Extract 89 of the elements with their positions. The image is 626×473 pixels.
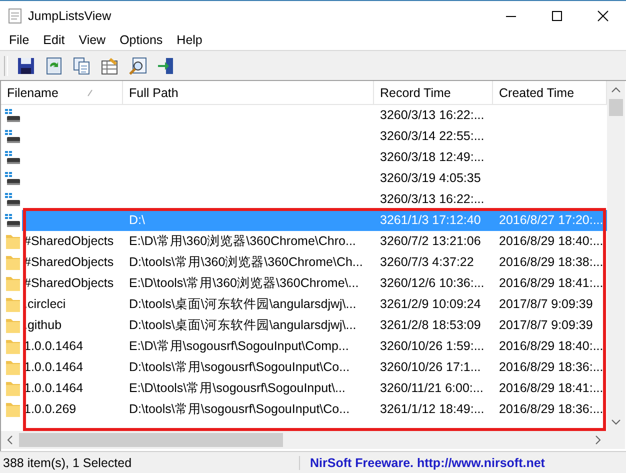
menu-item[interactable]: View	[72, 33, 113, 47]
table-cell-text: 1.0.0.1464	[23, 338, 84, 355]
table-cell-text: 1.0.0.269	[23, 401, 78, 418]
table-cell-text: 3260/3/13 16:22:...	[379, 107, 486, 124]
table-cell-text: 2016/8/29 18:40:...	[498, 233, 604, 250]
column-header[interactable]: Full Path	[123, 81, 374, 104]
list-row[interactable]: 1.0.0.1464 E:\D\tools\常用\sogousrf\SogouInput\... 3260/11/21 6:00:... 2016/8/29 18:41:...	[1, 378, 607, 399]
folder-icon	[5, 254, 21, 271]
table-cell-text: 3260/7/3 4:37:22	[379, 254, 475, 271]
folder-icon	[5, 380, 21, 397]
table-cell: 3261/1/3 17:12:40	[374, 210, 493, 231]
table-cell-text: 3260/10/26 17:1...	[379, 359, 482, 376]
table-cell-text: 3261/2/9 10:09:24	[379, 296, 482, 313]
table-cell-text: 1.0.0.1464	[23, 359, 84, 376]
table-cell-text: 3260/3/18 12:49:...	[379, 149, 486, 166]
table-cell-text: 1.0.0.1464	[23, 380, 84, 397]
list-row[interactable]: 3260/3/13 16:22:...	[1, 189, 607, 210]
table-cell-text: 2017/8/7 9:09:39	[498, 296, 594, 313]
list-row[interactable]: 3260/3/18 12:49:...	[1, 147, 607, 168]
table-cell-text: E:\D\常用\sogousrf\SogouInput\Comp...	[128, 338, 350, 355]
folder-icon	[5, 338, 21, 355]
table-cell-text: 2016/8/29 18:41:...	[498, 380, 604, 397]
drive-icon	[5, 170, 22, 186]
folder-icon	[5, 275, 21, 292]
app-icon	[8, 8, 22, 24]
table-cell-text: D:\tools\常用\360浏览器\360Chrome\Ch...	[128, 254, 364, 271]
drive-icon	[5, 192, 22, 208]
table-cell-text: 3261/2/8 18:53:09	[379, 317, 482, 334]
horizontal-scrollbar[interactable]	[1, 431, 607, 449]
list-row[interactable]: 1.0.0.1464 D:\tools\常用\sogousrf\SogouInput\Co... 3260/10/26 17:1... 2016/8/29 18:36:...	[1, 357, 607, 378]
table-cell-text: #SharedObjects	[23, 233, 115, 250]
table-cell-text: 3260/7/2 13:21:06	[379, 233, 482, 250]
drive-icon	[5, 150, 22, 166]
table-cell-text: 2016/8/29 18:41:...	[498, 275, 604, 292]
table-cell: 2016/8/27 17:20:...	[493, 210, 607, 231]
menu-item[interactable]: File	[2, 33, 36, 47]
table-cell-text: 2016/8/29 18:38:...	[498, 254, 604, 271]
table-cell-text: 3260/10/26 1:59:...	[379, 338, 486, 355]
list-row[interactable]: .github D:\tools\桌面\河东软件园\angularsdjwj\... 3261/2/8 18:53:09 2017/8/7 9:09:39	[1, 315, 607, 336]
table-cell-text: 3260/3/19 4:05:35	[379, 170, 482, 187]
table-cell-text: .circleci	[23, 296, 67, 313]
item-count: 388 item(s), 1 Selected	[0, 456, 300, 470]
folder-icon	[5, 401, 21, 418]
table-cell-text: 3260/3/13 16:22:...	[379, 191, 486, 208]
drive-icon	[5, 108, 22, 124]
table-cell-text: 3260/11/21 6:00:...	[379, 380, 484, 397]
table-cell-text: 3260/12/6 10:36:...	[379, 275, 486, 292]
credit-link[interactable]: NirSoft Freeware. http://www.nirsoft.net	[300, 456, 545, 470]
drive-icon	[5, 212, 22, 228]
menu-item[interactable]: Options	[112, 33, 170, 47]
list-row[interactable]: #SharedObjects E:\D\tools\常用\360浏览器\360Chrome\... 3260/12/6 10:36:... 2016/8/29 18:41:...	[1, 273, 607, 294]
table-cell-text: D:\tools\常用\sogousrf\SogouInput\Co...	[128, 359, 351, 376]
table-cell-text: E:\D\常用\360浏览器\360Chrome\Chro...	[128, 233, 357, 250]
list-row[interactable]: 1.0.0.269 D:\tools\常用\sogousrf\SogouInput\Co... 3261/1/12 18:49:... 2016/8/29 18:36:...	[1, 399, 607, 420]
list-row[interactable]: 1.0.0.1464 E:\D\常用\sogousrf\SogouInput\Comp... 3260/10/26 1:59:... 2016/8/29 18:40:...	[1, 336, 607, 357]
menu-item[interactable]: Help	[170, 33, 210, 47]
table-cell-text: .github	[23, 317, 63, 334]
table-cell-text: #SharedObjects	[23, 254, 115, 271]
folder-icon	[5, 296, 21, 313]
vertical-scrollbar[interactable]	[607, 81, 625, 449]
folder-icon	[5, 233, 21, 250]
table-cell-text: 2017/8/7 9:09:39	[498, 317, 594, 334]
scroll-thumb[interactable]	[19, 433, 283, 447]
table-cell-text: 2016/8/29 18:36:...	[498, 401, 604, 418]
list-row[interactable]: 3260/3/13 16:22:...	[1, 105, 607, 126]
table-cell-text: D:\tools\常用\sogousrf\SogouInput\Co...	[128, 401, 351, 418]
drive-icon	[5, 128, 22, 144]
table-cell-text: D:\tools\桌面\河东软件园\angularsdjwj\...	[128, 317, 358, 334]
table-cell-text: 2016/8/29 18:40:...	[498, 338, 604, 355]
folder-icon	[5, 317, 21, 334]
list-row[interactable]: #SharedObjects E:\D\常用\360浏览器\360Chrome\Chro... 3260/7/2 13:21:06 2016/8/29 18:40:...	[1, 231, 607, 252]
list-row[interactable]: #SharedObjects D:\tools\常用\360浏览器\360Chrome\Ch... 3260/7/3 4:37:22 2016/8/29 18:38:...	[1, 252, 607, 273]
table-cell-text: D:\tools\桌面\河东软件园\angularsdjwj\...	[128, 296, 358, 313]
table-cell: D:\	[123, 210, 374, 231]
list-row[interactable]: 3260/3/14 22:55:...	[1, 126, 607, 147]
folder-icon	[5, 359, 21, 376]
table-cell-text: 2016/8/29 18:36:...	[498, 359, 604, 376]
table-cell-text: #SharedObjects	[23, 275, 115, 292]
list-row[interactable]: .circleci D:\tools\桌面\河东软件园\angularsdjwj\... 3261/2/9 10:09:24 2017/8/7 9:09:39	[1, 294, 607, 315]
scroll-thumb[interactable]	[609, 99, 623, 116]
table-cell-text: E:\D\tools\常用\sogousrf\SogouInput\...	[128, 380, 346, 397]
window-title: JumpListsView	[28, 8, 112, 22]
table-cell-text: 3261/1/12 18:49:...	[379, 401, 486, 418]
menu-item[interactable]: Edit	[36, 33, 72, 47]
table-cell-text: E:\D\tools\常用\360浏览器\360Chrome\...	[128, 275, 360, 292]
column-header[interactable]: Filename	[1, 81, 123, 104]
table-cell-text: 3260/3/14 22:55:...	[379, 128, 486, 145]
column-header[interactable]: Record Time	[374, 81, 493, 104]
list-row[interactable]: 3260/3/19 4:05:35	[1, 168, 607, 189]
